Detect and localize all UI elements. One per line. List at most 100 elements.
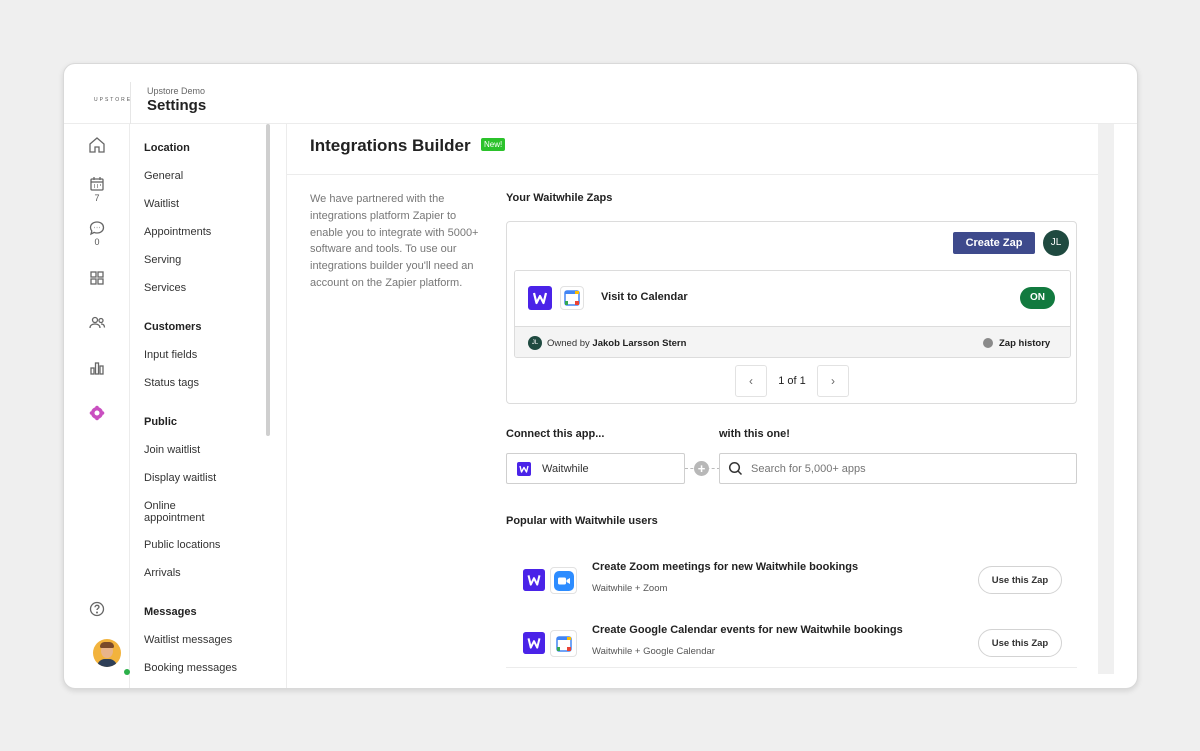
nav-item-online-appointment[interactable]: Online appointment — [144, 500, 224, 524]
use-zap-button[interactable]: Use this Zap — [978, 629, 1062, 657]
rail-home[interactable] — [64, 136, 130, 154]
zap-history-link[interactable]: Zap history — [999, 338, 1050, 349]
waitwhile-app-icon — [517, 462, 531, 476]
with-app-label: with this one! — [719, 428, 790, 440]
popular-zap-title: Create Google Calendar events for new Wa… — [592, 624, 903, 636]
nav-heading-location: Location — [144, 142, 190, 154]
integrations-description: We have partnered with the integrations … — [310, 193, 479, 289]
zap-name: Visit to Calendar — [601, 291, 688, 303]
zaps-section-label: Your Waitwhile Zaps — [506, 192, 613, 204]
main-scrollbar[interactable] — [1098, 124, 1114, 674]
waitwhile-app-icon — [522, 568, 546, 592]
chevron-left-icon: ‹ — [749, 374, 753, 388]
rail-apps[interactable] — [64, 270, 130, 286]
app-search-input[interactable] — [719, 453, 1077, 484]
zap-pagination: ‹ 1 of 1 › — [735, 365, 849, 397]
online-status-dot — [124, 669, 130, 675]
owner-prefix: Owned by — [547, 338, 590, 349]
bar-chart-icon — [90, 362, 104, 375]
calendar-count: 7 — [94, 193, 100, 203]
chevron-right-icon: › — [831, 374, 835, 388]
main-content: Integrations Builder New! We have partne… — [286, 124, 1099, 688]
popular-zap-item: Create Google Calendar events for new Wa… — [506, 617, 1077, 673]
home-icon — [89, 137, 105, 153]
waitwhile-app-icon — [522, 631, 546, 655]
nav-item-public-locations[interactable]: Public locations — [144, 539, 264, 551]
popular-zap-apps: Waitwhile + Zoom — [592, 583, 668, 594]
connect-app-select[interactable]: Waitwhile — [506, 453, 685, 484]
app-window: UPSTORE Upstore Demo Settings 7 0 Locati… — [63, 63, 1138, 689]
waitwhile-app-icon — [528, 286, 552, 310]
popular-zap-title: Create Zoom meetings for new Waitwhile b… — [592, 561, 859, 573]
prev-page-button[interactable]: ‹ — [735, 365, 767, 397]
clock-icon — [983, 338, 993, 348]
zap-card-footer: JL Owned by Jakob Larsson Stern Zap hist… — [515, 326, 1070, 357]
nav-scrollbar[interactable] — [266, 124, 270, 436]
rail-analytics[interactable] — [64, 360, 130, 376]
nav-item-input-fields[interactable]: Input fields — [144, 349, 264, 361]
nav-item-booking-messages[interactable]: Booking messages — [144, 662, 264, 674]
integrations-title: Integrations Builder — [310, 136, 471, 155]
owner-avatar: JL — [528, 336, 542, 350]
settings-nav: Location General Waitlist Appointments S… — [131, 124, 270, 688]
help-icon — [89, 601, 105, 617]
google-calendar-icon — [550, 630, 577, 657]
avatar-shirt — [97, 659, 117, 667]
nav-item-display-waitlist[interactable]: Display waitlist — [144, 472, 264, 484]
nav-heading-public: Public — [144, 416, 178, 428]
nav-item-arrivals[interactable]: Arrivals — [144, 567, 264, 579]
owner-name: Jakob Larsson Stern — [592, 338, 687, 349]
create-zap-button[interactable]: Create Zap — [953, 232, 1035, 254]
nav-item-general[interactable]: General — [144, 170, 264, 182]
new-badge: New! — [481, 138, 506, 151]
nav-item-status-tags[interactable]: Status tags — [144, 377, 264, 389]
settings-flower-icon — [89, 405, 105, 421]
google-calendar-icon — [560, 286, 584, 310]
rail-messages[interactable]: 0 — [64, 220, 130, 247]
messages-count: 0 — [94, 237, 100, 247]
nav-heading-messages: Messages — [144, 606, 197, 618]
user-initials-avatar[interactable]: JL — [1043, 230, 1069, 256]
rail-calendar[interactable]: 7 — [64, 176, 130, 203]
connect-app-value: Waitwhile — [542, 463, 589, 475]
zoom-icon — [550, 567, 577, 594]
rail-users[interactable] — [64, 315, 130, 331]
divider — [286, 174, 1099, 175]
user-avatar[interactable] — [93, 639, 121, 667]
users-icon — [89, 316, 106, 329]
brand-logo[interactable]: UPSTORE — [94, 97, 132, 103]
nav-item-waitlist[interactable]: Waitlist — [144, 198, 264, 210]
divider — [130, 82, 131, 124]
nav-item-appointments[interactable]: Appointments — [144, 226, 264, 238]
zaps-panel: Create Zap JL Visit to Calendar ON JL Ow… — [506, 221, 1077, 404]
apps-grid-icon — [90, 271, 104, 285]
nav-heading-customers: Customers — [144, 321, 202, 333]
next-page-button[interactable]: › — [817, 365, 849, 397]
nav-item-serving[interactable]: Serving — [144, 254, 264, 266]
connect-app-label: Connect this app... — [506, 428, 605, 440]
rail-help[interactable] — [64, 601, 130, 617]
zap-card-main: Visit to Calendar ON — [515, 271, 1070, 326]
avatar-hair — [100, 642, 114, 648]
page-title: Settings — [147, 97, 207, 114]
rail-settings[interactable] — [64, 405, 130, 421]
use-zap-button[interactable]: Use this Zap — [978, 566, 1062, 594]
chat-icon — [89, 221, 105, 236]
nav-item-waitlist-messages[interactable]: Waitlist messages — [144, 634, 264, 646]
divider — [506, 667, 1077, 668]
divider — [286, 124, 287, 688]
nav-item-join-waitlist[interactable]: Join waitlist — [144, 444, 264, 456]
breadcrumb: Upstore Demo — [147, 86, 206, 96]
nav-item-services[interactable]: Services — [144, 282, 264, 294]
icon-rail: 7 0 — [64, 124, 130, 688]
top-bar: UPSTORE Upstore Demo Settings — [64, 64, 1137, 124]
popular-label: Popular with Waitwhile users — [506, 515, 658, 527]
zap-card[interactable]: Visit to Calendar ON JL Owned by Jakob L… — [514, 270, 1071, 358]
search-icon — [728, 461, 743, 476]
zap-status-toggle[interactable]: ON — [1020, 287, 1055, 309]
plus-icon: + — [694, 461, 709, 476]
page-indicator: 1 of 1 — [778, 375, 806, 387]
calendar-icon — [90, 177, 104, 191]
popular-zap-apps: Waitwhile + Google Calendar — [592, 646, 715, 657]
popular-zap-item: Create Zoom meetings for new Waitwhile b… — [506, 554, 1077, 610]
